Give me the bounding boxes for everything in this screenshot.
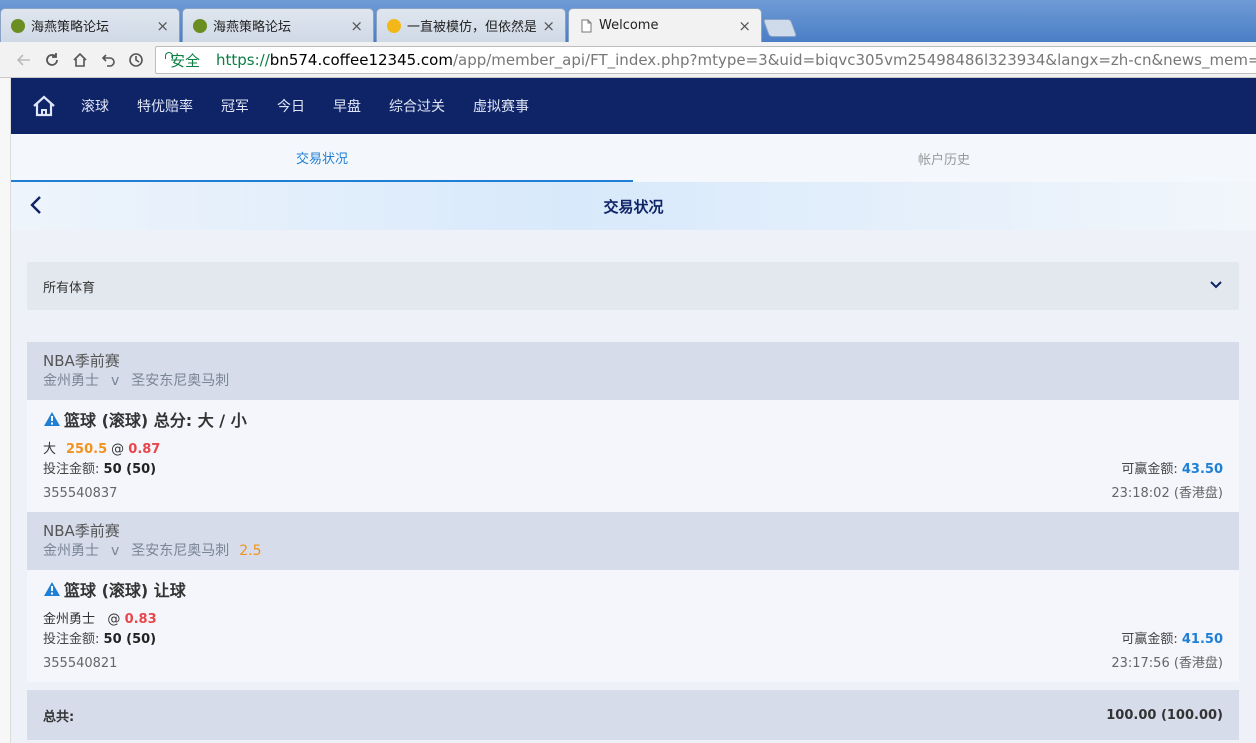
- security-label: 安全: [170, 51, 201, 70]
- win-amount: 41.50: [1181, 632, 1223, 647]
- stake-amount: 50 (50): [103, 462, 157, 477]
- match-teams: 金州勇士 v 圣安东尼奥马刺: [43, 371, 1223, 391]
- market-name: 篮球 (滚球) 总分: 大 / 小: [64, 411, 247, 430]
- tab-account-history[interactable]: 帐户历史: [633, 134, 1255, 182]
- close-icon[interactable]: ×: [350, 17, 363, 35]
- stake-amount: 50 (50): [103, 632, 157, 647]
- win-label: 可赢金额:: [1121, 462, 1178, 477]
- stake-label: 投注金额:: [43, 632, 100, 647]
- bet-time: 23:17:56 (香港盘): [1111, 656, 1223, 671]
- win-label: 可赢金额:: [1121, 632, 1178, 647]
- selection-line: 250.5: [66, 442, 108, 457]
- bet-card: 篮球 (滚球) 总分: 大 / 小 大 250.5 @ 0.87 投注金额: 50 …: [27, 400, 1239, 512]
- win-amount: 43.50: [1181, 462, 1223, 477]
- nav-item-virtual[interactable]: 虚拟赛事: [473, 96, 529, 116]
- undo-icon[interactable]: [94, 46, 122, 74]
- ticket-row: 355540821 23:17:56 (香港盘): [43, 654, 1223, 674]
- warning-icon: [44, 412, 60, 426]
- home-team: 金州勇士: [43, 543, 99, 559]
- history-clock-icon[interactable]: [122, 46, 150, 74]
- tab-transaction-status[interactable]: 交易状况: [11, 134, 633, 182]
- tab-title: 海燕策略论坛: [213, 20, 292, 35]
- league-name: NBA季前赛: [43, 352, 120, 370]
- ticket-id: 355540837: [43, 486, 118, 501]
- selection-odds: 0.83: [124, 612, 157, 627]
- browser-tab-welcome[interactable]: Welcome ×: [568, 8, 762, 42]
- versus: v: [111, 543, 120, 559]
- browser-tab-3[interactable]: 一直被模仿，但依然是經 ×: [376, 8, 566, 42]
- nav-item-outright[interactable]: 冠军: [221, 96, 249, 116]
- warning-icon: [44, 582, 60, 596]
- total-label: 总共:: [43, 709, 75, 725]
- bookmarks-side-strip: [0, 78, 11, 743]
- bet-card: 篮球 (滚球) 让球 金州勇士 @ 0.83 投注金额: 50 (50) 可赢金…: [27, 570, 1239, 682]
- browser-tab-2[interactable]: 海燕策略论坛 ×: [182, 8, 374, 42]
- tab-title: 海燕策略论坛: [31, 20, 110, 35]
- site-favicon-icon: [193, 18, 207, 33]
- versus: v: [111, 373, 120, 389]
- smiley-favicon-icon: [387, 18, 401, 33]
- tab-title: 一直被模仿，但依然是經: [407, 20, 537, 35]
- close-icon[interactable]: ×: [738, 17, 751, 35]
- browser-tabstrip: 海燕策略论坛 × 海燕策略论坛 × 一直被模仿，但依然是經 × Welcome …: [0, 0, 1256, 42]
- home-team: 金州勇士: [43, 373, 99, 389]
- nav-item-today[interactable]: 今日: [277, 96, 305, 116]
- page-icon: [581, 19, 592, 32]
- back-arrow-icon[interactable]: [10, 46, 38, 74]
- chevron-down-icon: [1209, 275, 1223, 294]
- close-icon[interactable]: ×: [156, 17, 169, 35]
- address-bar[interactable]: 安全 https:// bn574.coffee12345.com /app/m…: [155, 46, 1256, 74]
- selection-name: 金州勇士: [43, 612, 96, 627]
- browser-tab-1[interactable]: 海燕策略论坛 ×: [0, 8, 180, 42]
- league-name: NBA季前赛: [43, 522, 120, 540]
- page-title: 交易状况: [603, 197, 664, 216]
- at-sign: @: [107, 612, 121, 627]
- content-area: 所有体育 NBA季前赛 金州勇士 v 圣安东尼奥马刺 篮球 (滚球) 总分: 大 /…: [11, 230, 1256, 743]
- main-navigation: 滚球 特优赔率 冠军 今日 早盘 综合过关 虚拟赛事: [11, 78, 1256, 134]
- new-tab-button[interactable]: [762, 19, 798, 37]
- url-host: bn574.coffee12345.com: [269, 51, 453, 69]
- nav-item-special-odds[interactable]: 特优赔率: [137, 96, 193, 116]
- selection-odds: 0.87: [128, 442, 161, 457]
- back-chevron-icon[interactable]: [29, 194, 43, 222]
- site-favicon-icon: [11, 18, 25, 33]
- ticket-id: 355540821: [43, 656, 118, 671]
- at-sign: @: [111, 442, 125, 457]
- filter-label: 所有体育: [43, 280, 96, 296]
- stake-label: 投注金额:: [43, 462, 100, 477]
- bet-time: 23:18:02 (香港盘): [1111, 486, 1223, 501]
- tab-title: Welcome: [599, 18, 659, 33]
- selection-name: 大: [43, 442, 57, 457]
- match-teams: 金州勇士 v 圣安东尼奥马刺 2.5: [43, 541, 1223, 561]
- nav-item-live[interactable]: 滚球: [81, 96, 109, 116]
- away-team: 圣安东尼奥马刺: [131, 373, 230, 389]
- ticket-row: 355540837 23:18:02 (香港盘): [43, 484, 1223, 504]
- bet-market: 篮球 (滚球) 总分: 大 / 小: [43, 408, 1223, 430]
- sport-filter-dropdown[interactable]: 所有体育: [27, 262, 1239, 310]
- browser-toolbar: 安全 https:// bn574.coffee12345.com /app/m…: [0, 42, 1256, 78]
- nav-item-early[interactable]: 早盘: [333, 96, 361, 116]
- reload-icon[interactable]: [38, 46, 66, 74]
- bet-market: 篮球 (滚球) 让球: [43, 578, 1223, 600]
- bet-selection: 金州勇士 @ 0.83: [43, 608, 1223, 627]
- stake-row: 投注金额: 50 (50) 可赢金额: 41.50: [43, 630, 1223, 650]
- close-icon[interactable]: ×: [542, 17, 555, 35]
- away-team: 圣安东尼奥马刺: [131, 543, 230, 559]
- total-value: 100.00 (100.00): [1106, 707, 1223, 723]
- bet-selection: 大 250.5 @ 0.87: [43, 438, 1223, 457]
- total-row: 总共: 100.00 (100.00): [27, 690, 1239, 740]
- page-header: 交易状况: [11, 182, 1256, 230]
- league-header: NBA季前赛 金州勇士 v 圣安东尼奥马刺 2.5: [27, 512, 1239, 570]
- sub-tabs: 交易状况 帐户历史: [11, 134, 1256, 182]
- market-name: 篮球 (滚球) 让球: [64, 581, 186, 600]
- home-icon[interactable]: [66, 46, 94, 74]
- league-header: NBA季前赛 金州勇士 v 圣安东尼奥马刺: [27, 342, 1239, 400]
- nav-item-parlay[interactable]: 综合过关: [389, 96, 445, 116]
- home-icon[interactable]: [29, 91, 59, 121]
- url-path: /app/member_api/FT_index.php?mtype=3&uid…: [452, 51, 1256, 69]
- url-scheme: https://: [216, 51, 270, 69]
- handicap-value: 2.5: [239, 543, 262, 559]
- stake-row: 投注金额: 50 (50) 可赢金额: 43.50: [43, 460, 1223, 480]
